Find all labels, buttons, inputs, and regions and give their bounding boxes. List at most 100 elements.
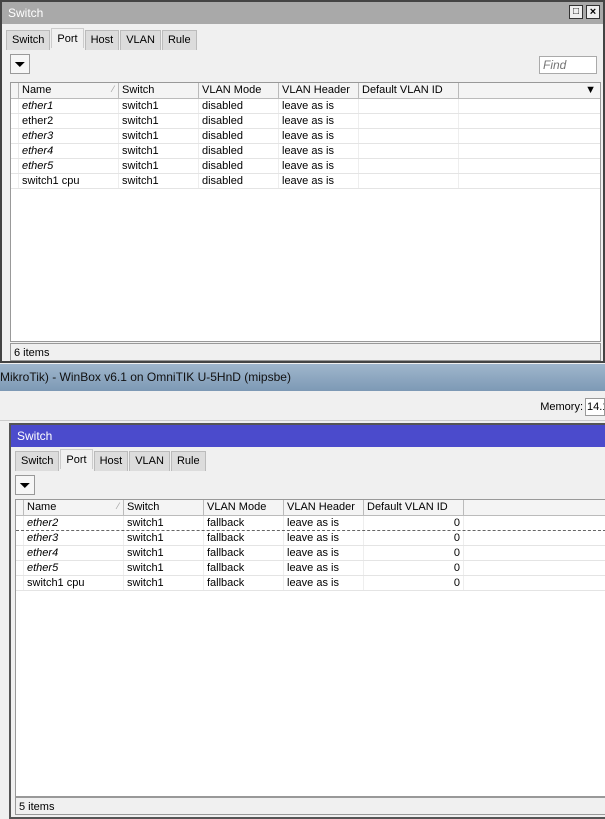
window-title: Switch [8,6,44,20]
status-bar: 6 items [10,343,601,361]
column-menu-icon[interactable]: ▼ [459,83,600,98]
cell-switch: switch1 [119,159,199,173]
cell-name: ether2 [24,516,124,530]
cell-name: switch1 cpu [19,174,119,188]
column-header-vlan-mode[interactable]: VLAN Mode [204,500,284,515]
cell-vlan-mode: disabled [199,129,279,143]
column-header-default-vlan-id[interactable]: Default VLAN ID [364,500,464,515]
memory-value: 14.1 [585,398,605,416]
column-header-default-vlan-id[interactable]: Default VLAN ID [359,83,459,98]
window-title-bar[interactable]: Switch [11,425,605,447]
cell-switch: switch1 [124,546,204,560]
tab-vlan[interactable]: VLAN [129,451,170,471]
table-row[interactable]: ether1 switch1 disabled leave as is [11,99,600,114]
cell-vlan-mode: disabled [199,114,279,128]
cell-default-vlan-id [359,99,459,113]
sort-icon: ⁄ [117,501,119,511]
switch-window-bottom: Switch Switch Port Host VLAN Rule ⏷ Name ⁄ Swi… [9,423,605,819]
table-row[interactable]: ether4 switch1 fallback leave as is 0 [16,546,605,561]
table-row[interactable]: ether2 switch1 fallback leave as is 0 [16,516,605,531]
table-row[interactable]: ether3 switch1 fallback leave as is 0 [16,531,605,546]
table-row[interactable]: ether5 switch1 fallback leave as is 0 [16,561,605,576]
sort-icon: ⁄ [112,84,114,94]
filter-button[interactable]: ⏷ [15,475,35,495]
cell-vlan-header: leave as is [284,561,364,575]
cell-switch: switch1 [124,561,204,575]
cell-switch: switch1 [124,516,204,530]
cell-name: switch1 cpu [24,576,124,590]
maximize-button[interactable]: □ [569,5,583,19]
column-header-name[interactable]: Name ⁄ [24,500,124,515]
cell-vlan-mode: fallback [204,516,284,530]
row-marker [11,174,19,188]
row-marker [11,144,19,158]
cell-vlan-header: leave as is [284,516,364,530]
item-count: 6 items [14,347,50,359]
row-marker [11,99,19,113]
column-header-vlan-mode[interactable]: VLAN Mode [199,83,279,98]
port-table: Name ⁄ Switch VLAN Mode VLAN Header Default V… [15,499,605,797]
column-header-vlan-header[interactable]: VLAN Header [279,83,359,98]
tab-switch[interactable]: Switch [15,451,60,471]
cell-vlan-mode: fallback [204,576,284,590]
tab-rule[interactable]: Rule [170,451,206,471]
row-marker [11,114,19,128]
cell-vlan-header: leave as is [279,114,359,128]
cell-vlan-header: leave as is [279,144,359,158]
row-marker-column [11,83,19,98]
cell-name: ether2 [19,114,119,128]
row-marker [11,129,19,143]
tab-port[interactable]: Port [51,28,84,48]
tab-vlan[interactable]: VLAN [120,30,161,50]
cell-name: ether4 [24,546,124,560]
column-header-vlan-header[interactable]: VLAN Header [284,500,364,515]
row-marker-column [16,500,24,515]
cell-switch: switch1 [119,129,199,143]
table-header: Name ⁄ Switch VLAN Mode VLAN Header Default V… [16,500,605,516]
cell-vlan-header: leave as is [279,159,359,173]
table-row[interactable]: ether2 switch1 disabled leave as is [11,114,600,129]
column-header-name[interactable]: Name ⁄ [19,83,119,98]
row-marker [16,516,24,530]
row-marker [16,576,24,590]
cell-vlan-mode: disabled [199,144,279,158]
cell-vlan-header: leave as is [279,129,359,143]
find-input[interactable] [539,56,597,74]
cell-vlan-header: leave as is [279,99,359,113]
table-row[interactable]: ether4 switch1 disabled leave as is [11,144,600,159]
window-title-bar[interactable]: Switch □ × [2,2,603,24]
filter-button[interactable]: ⏷ [10,54,30,74]
winbox-toolbar: Memory: 14.1 [0,391,605,421]
cell-vlan-header: leave as is [279,174,359,188]
cell-default-vlan-id [359,159,459,173]
row-marker [11,159,19,173]
winbox-title-bar: MikroTik) - WinBox v6.1 on OmniTIK U-5Hn… [0,364,605,391]
close-button[interactable]: × [586,5,600,19]
cell-default-vlan-id: 0 [364,561,464,575]
memory-label: Memory: [540,401,583,413]
cell-default-vlan-id [359,114,459,128]
cell-vlan-header: leave as is [284,576,364,590]
table-row[interactable]: switch1 cpu switch1 fallback leave as is 0 [16,576,605,591]
column-menu-icon[interactable] [464,500,605,515]
tab-switch[interactable]: Switch [6,30,51,50]
status-bar: 5 items [15,797,605,815]
cell-switch: switch1 [119,174,199,188]
table-row[interactable]: ether5 switch1 disabled leave as is [11,159,600,174]
tab-host[interactable]: Host [84,30,120,50]
tab-host[interactable]: Host [93,451,129,471]
cell-default-vlan-id: 0 [364,531,464,545]
cell-vlan-mode: fallback [204,546,284,560]
cell-switch: switch1 [124,531,204,545]
column-header-switch[interactable]: Switch [124,500,204,515]
item-count: 5 items [19,801,55,813]
port-table: Name ⁄ Switch VLAN Mode VLAN Header Default V… [10,82,601,342]
tab-rule[interactable]: Rule [161,30,197,50]
cell-name: ether5 [24,561,124,575]
table-row[interactable]: ether3 switch1 disabled leave as is [11,129,600,144]
cell-vlan-header: leave as is [284,531,364,545]
cell-default-vlan-id: 0 [364,516,464,530]
column-header-switch[interactable]: Switch [119,83,199,98]
tab-port[interactable]: Port [60,449,93,469]
table-row[interactable]: switch1 cpu switch1 disabled leave as is [11,174,600,189]
